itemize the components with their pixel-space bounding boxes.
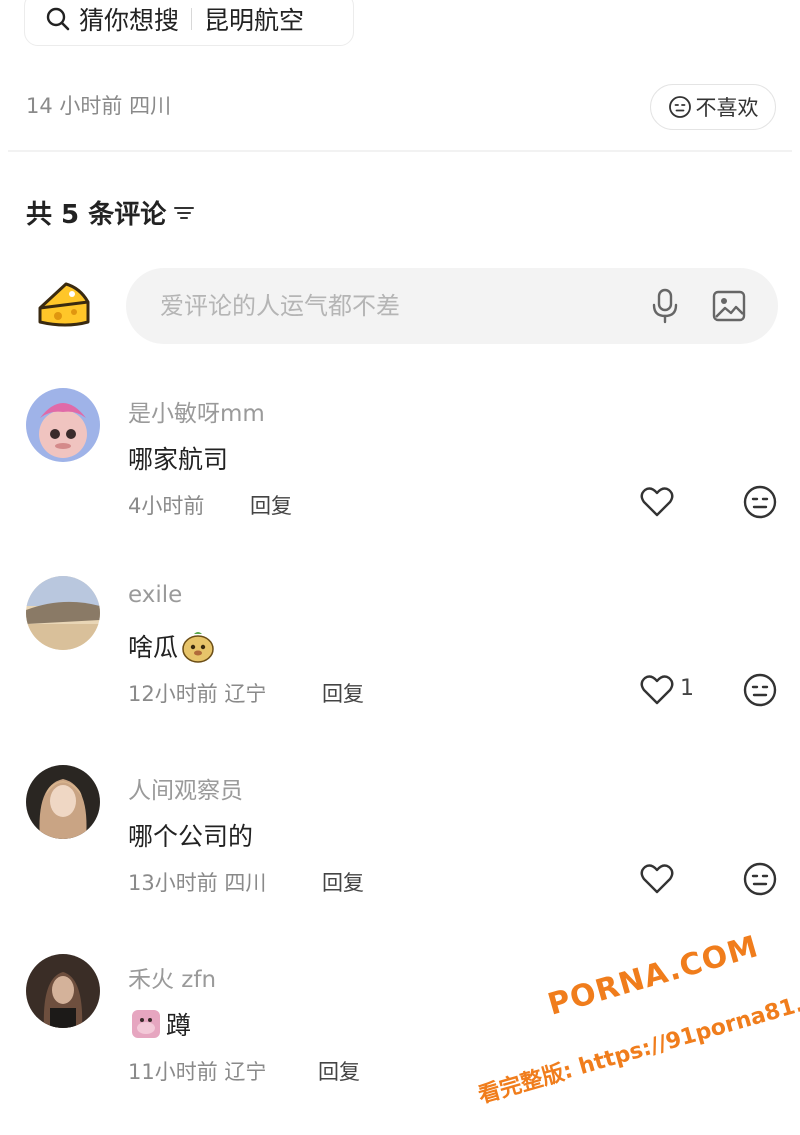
meh-face-icon[interactable] — [742, 861, 778, 897]
search-separator — [191, 8, 193, 30]
reply-button[interactable]: 回复 — [250, 490, 292, 520]
microphone-icon[interactable] — [650, 288, 680, 324]
heart-icon[interactable] — [640, 486, 674, 518]
comment-time: 11小时前 辽宁 — [128, 1060, 267, 1084]
heart-icon[interactable] — [640, 863, 674, 895]
like-count: 1 — [680, 676, 694, 701]
comment-input[interactable] — [160, 292, 620, 320]
image-icon[interactable] — [712, 289, 746, 323]
section-divider — [8, 150, 792, 152]
comments-count-label: 共 5 条评论 — [26, 200, 167, 230]
reply-button[interactable]: 回复 — [322, 678, 364, 708]
watermark: PORNA.COM 看完整版: https://91porna81.com — [470, 929, 800, 1125]
my-avatar-cheese-icon — [38, 282, 90, 327]
meh-face-icon[interactable] — [742, 484, 778, 520]
comment-time: 13小时前 四川 — [128, 871, 267, 895]
comment-input-box[interactable] — [126, 268, 778, 344]
avatar[interactable] — [26, 765, 100, 839]
meh-face-icon[interactable] — [742, 672, 778, 708]
search-icon — [46, 7, 70, 31]
comment-time: 12小时前 辽宁 — [128, 682, 267, 706]
reply-button[interactable]: 回复 — [322, 867, 364, 897]
comment-item: 人间观察员 哪个公司的 13小时前 四川 回复 — [0, 765, 800, 915]
post-time-location: 14 小时前 四川 — [26, 94, 172, 118]
search-suggestion-chip[interactable]: 猜你想搜 昆明航空 — [24, 0, 354, 46]
avatar[interactable] — [26, 388, 100, 462]
heart-icon[interactable] — [640, 674, 674, 706]
dislike-button[interactable]: 不喜欢 — [650, 84, 776, 130]
comment-text: 啥瓜 — [128, 628, 216, 664]
comment-text: 哪家航司 — [128, 445, 229, 474]
search-hint: 猜你想搜 — [79, 6, 180, 35]
comments-count: 共 5 条评论 — [26, 194, 196, 231]
comment-username[interactable]: 人间观察员 — [128, 771, 243, 805]
comment-text: 蹲 — [128, 1006, 191, 1042]
reply-button[interactable]: 回复 — [318, 1056, 360, 1086]
comment-username[interactable]: 禾火 zfn — [128, 960, 216, 994]
pig-sticker-emoji-icon — [132, 1010, 160, 1038]
sort-filter-icon[interactable] — [172, 201, 196, 225]
comment-time: 4小时前 — [128, 494, 205, 518]
melon-face-emoji-icon — [182, 632, 214, 663]
dislike-label: 不喜欢 — [695, 96, 759, 120]
comment-text: 哪个公司的 — [128, 822, 254, 851]
comment-username[interactable]: exile — [128, 582, 182, 608]
comment-username[interactable]: 是小敏呀mm — [128, 394, 265, 428]
avatar[interactable] — [26, 954, 100, 1028]
avatar[interactable] — [26, 576, 100, 650]
meh-face-icon — [668, 96, 691, 118]
search-term[interactable]: 昆明航空 — [204, 1, 304, 37]
comment-item: 是小敏呀mm 哪家航司 4小时前 回复 — [0, 388, 800, 538]
comment-item: exile 啥瓜 12小时前 辽宁 回复 1 — [0, 576, 800, 726]
